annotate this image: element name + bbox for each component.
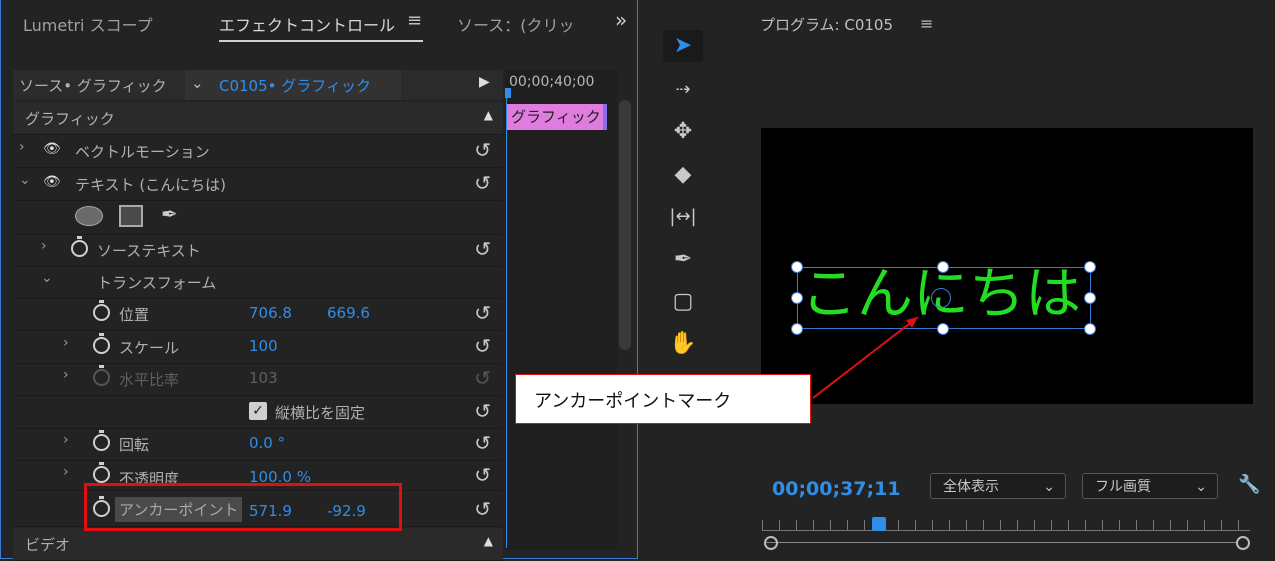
callout-arrow [812,316,919,399]
callout-box: アンカーポイントマーク [515,374,811,424]
callout-text: アンカーポイントマーク [534,391,732,412]
